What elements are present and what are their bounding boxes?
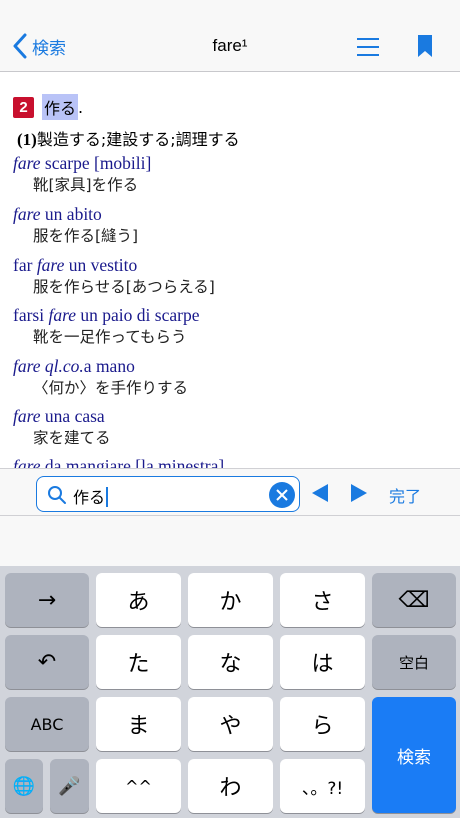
key-undo[interactable]: ↶ xyxy=(5,635,89,689)
page-title: fare¹ xyxy=(212,36,248,55)
search-key[interactable]: 検索 xyxy=(372,697,456,813)
example-item: fare ql.co.a mano 〈何か〉を手作りする xyxy=(13,355,188,399)
key-backspace[interactable]: ⌫ xyxy=(372,573,456,627)
microphone-icon[interactable]: 🎤 xyxy=(50,759,89,813)
example-japanese: 服を作らせる[あつらえる] xyxy=(33,278,215,296)
search-input-text: 作る xyxy=(73,484,109,508)
dictionary-entry: 2 作る . (1)製造する;建設する;調理する fare scarpe [mo… xyxy=(0,72,460,468)
key-abc[interactable]: ABC xyxy=(5,697,89,751)
sense-heading: 2 作る . xyxy=(13,94,83,120)
example-japanese: 服を作る[縫う] xyxy=(33,227,139,245)
example-japanese: 靴を一足作ってもらう xyxy=(33,328,187,346)
example-item: fare una casa 家を建てる xyxy=(13,405,111,449)
example-italian: farsi fare un paio di scarpe xyxy=(13,305,200,325)
key-punctuation[interactable]: 、。?! xyxy=(280,759,365,813)
example-item: far fare un vestito 服を作らせる[あつらえる] xyxy=(13,254,215,298)
previous-match-button[interactable] xyxy=(311,483,329,503)
example-item: fare scarpe [mobili] 靴[家具]を作る xyxy=(13,152,151,196)
example-item: farsi fare un paio di scarpe 靴を一足作ってもらう xyxy=(13,304,199,348)
example-italian: fare ql.co.a mano xyxy=(13,356,135,376)
search-icon xyxy=(48,486,66,504)
bookmark-icon[interactable] xyxy=(417,34,433,58)
example-item: fare un abito 服を作る[縫う] xyxy=(13,203,138,247)
clear-icon xyxy=(276,489,288,501)
globe-icon[interactable]: 🌐 xyxy=(5,759,43,813)
next-match-button[interactable] xyxy=(350,483,368,503)
key-arrow-right[interactable]: → xyxy=(5,573,89,627)
key-na[interactable]: な xyxy=(188,635,273,689)
example-italian: fare da mangiare [la minestra] xyxy=(13,456,225,468)
sub-sense-meaning: 製造する;建設する;調理する xyxy=(36,130,240,149)
find-in-page-bar: 作る 完了 xyxy=(0,468,460,516)
key-space[interactable]: 空白 xyxy=(372,635,456,689)
sub-sense: (1)製造する;建設する;調理する xyxy=(17,126,240,150)
text-caret xyxy=(106,487,109,507)
navigation-bar: 検索 fare¹ xyxy=(0,0,460,72)
keyboard: → あ か さ ⌫ ↶ た な は 空白 ABC ま や ら 🌐 🎤 ^^ わ … xyxy=(0,566,460,818)
key-ra[interactable]: ら xyxy=(280,697,365,751)
triangle-left-icon xyxy=(312,484,328,502)
key-ma[interactable]: ま xyxy=(96,697,181,751)
sub-sense-number: (1) xyxy=(17,130,37,149)
done-button[interactable]: 完了 xyxy=(389,483,421,507)
menu-icon[interactable] xyxy=(356,36,380,58)
search-input[interactable]: 作る xyxy=(36,476,300,512)
sense-period: . xyxy=(78,97,84,117)
key-ka[interactable]: か xyxy=(188,573,273,627)
example-italian: far fare un vestito xyxy=(13,255,138,275)
example-italian: fare scarpe [mobili] xyxy=(13,153,152,173)
example-italian: fare un abito xyxy=(13,204,102,224)
toolbar-spacer xyxy=(0,516,460,566)
key-wa[interactable]: わ xyxy=(188,759,273,813)
key-dakuten[interactable]: ^^ xyxy=(96,759,181,813)
key-sa[interactable]: さ xyxy=(280,573,365,627)
example-item: fare da mangiare [la minestra] xyxy=(13,455,224,468)
example-japanese: 〈何か〉を手作りする xyxy=(33,379,189,397)
key-a[interactable]: あ xyxy=(96,573,181,627)
example-italian: fare una casa xyxy=(13,406,105,426)
clear-button[interactable] xyxy=(269,482,295,508)
example-japanese: 家を建てる xyxy=(33,429,111,447)
key-ya[interactable]: や xyxy=(188,697,273,751)
highlighted-match: 作る xyxy=(42,94,79,120)
key-ha[interactable]: は xyxy=(280,635,365,689)
triangle-right-icon xyxy=(351,484,367,502)
key-ta[interactable]: た xyxy=(96,635,181,689)
sense-number-badge: 2 xyxy=(13,96,34,118)
example-japanese: 靴[家具]を作る xyxy=(33,176,139,194)
